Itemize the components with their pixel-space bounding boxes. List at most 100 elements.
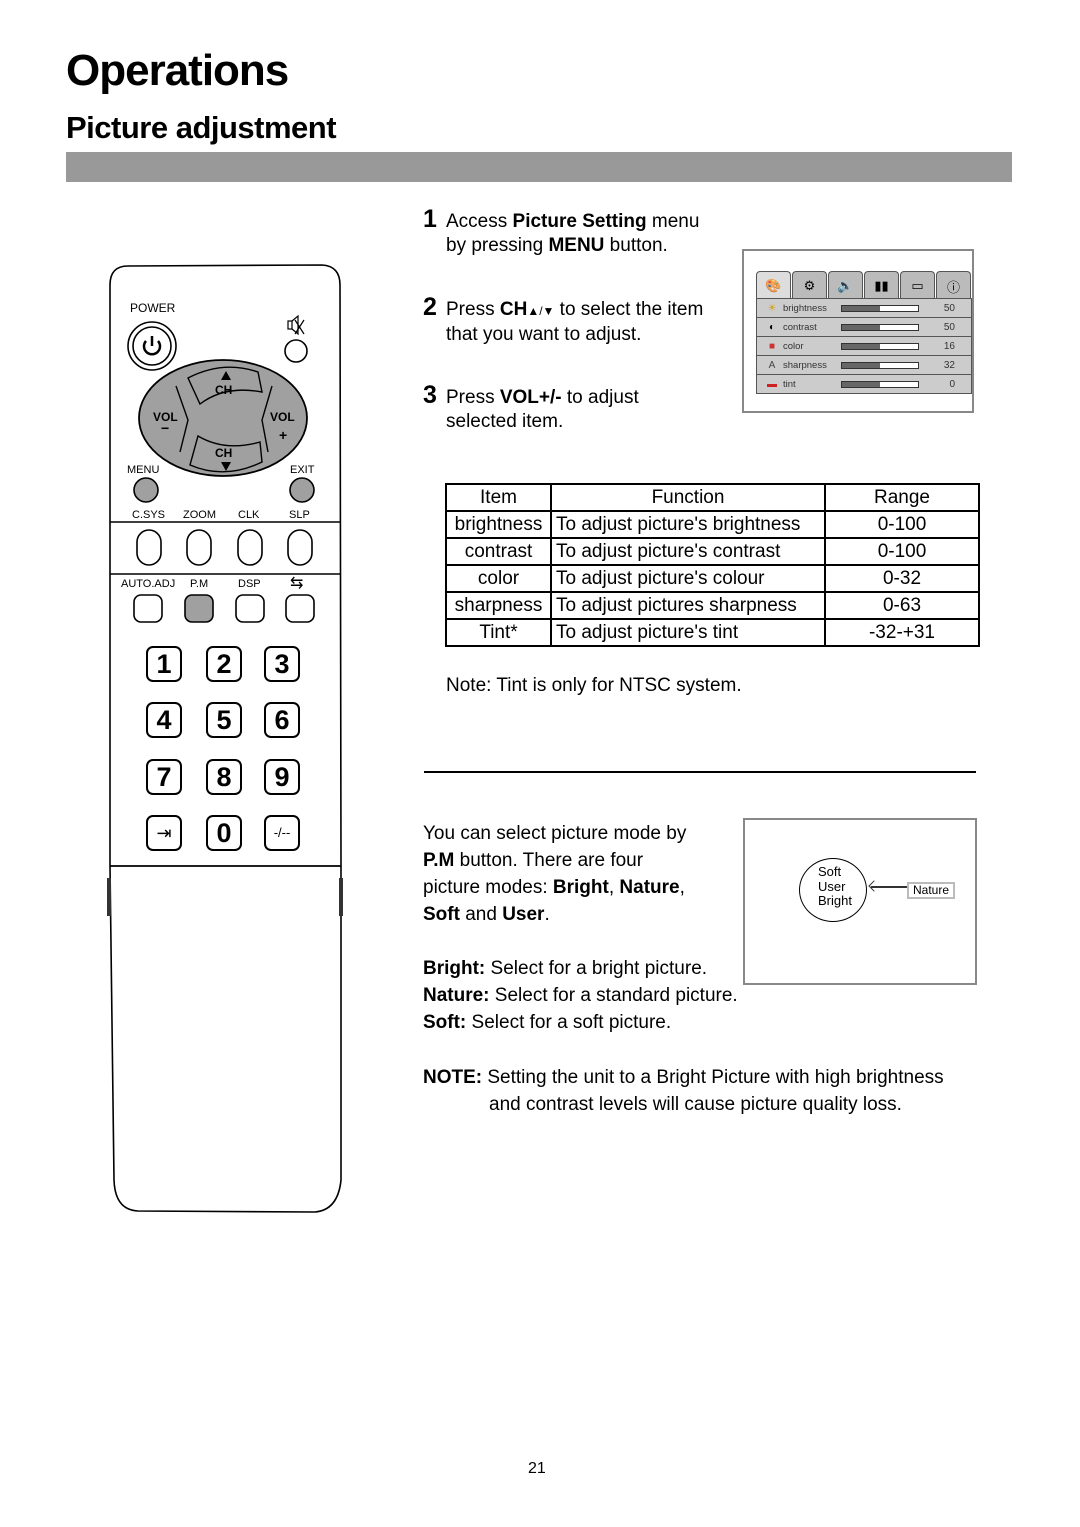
quality-note: NOTE: Setting the unit to a Bright Pictu… (423, 1067, 944, 1115)
osd-item-value: 50 (943, 321, 955, 333)
setup-icon[interactable]: ⚙ (792, 271, 827, 300)
picture-icon[interactable]: 🎨 (756, 271, 791, 300)
osd-slider[interactable] (841, 323, 919, 331)
function-table: Item Function Range brightness To adjust … (445, 483, 980, 647)
sharpness-icon: A (768, 359, 776, 371)
page-number: 21 (528, 1460, 546, 1477)
picture-mode-diagram: Soft User Bright Nature (743, 818, 977, 985)
color-icon: ■ (768, 340, 776, 352)
input-key-icon[interactable]: ⇥ (146, 815, 182, 851)
zoom-label: ZOOM (183, 509, 216, 521)
csys-button (136, 529, 162, 566)
auto-adj-label: AUTO.ADJ (121, 578, 176, 590)
osd-item-value: 0 (949, 378, 955, 390)
mode-desc-nature: Nature: Select for a standard picture. (423, 985, 738, 1006)
key-6[interactable]: 6 (264, 702, 300, 738)
key-8[interactable]: 8 (206, 759, 242, 795)
step-3: 3 Press VOL+/- to adjust selected item. (423, 381, 639, 433)
osd-tabs: 🎨 ⚙ 🔊 ▮▮ ▭ ⓘ (756, 271, 971, 300)
tint-icon: ▬ (767, 378, 777, 390)
osd-item-label: sharpness (783, 359, 827, 371)
osd-item-tint[interactable]: ▬ tint 0 (757, 375, 971, 393)
table-row: Tint* To adjust picture's tint -32-+31 (445, 618, 980, 647)
header-function: Function (550, 483, 826, 512)
header-item: Item (445, 483, 552, 512)
osd-slider[interactable] (841, 304, 919, 312)
info-icon[interactable]: ⓘ (936, 271, 971, 300)
table-row: brightness To adjust picture's brightness… (445, 510, 980, 539)
menu-label: MENU (127, 464, 160, 476)
osd-items: ☀ brightness 50 ◐ contrast 50 ■ color 16 Asharpne… (756, 298, 972, 394)
arrow-left-icon (871, 886, 907, 888)
dsp-label: DSP (238, 578, 261, 590)
osd-item-brightness[interactable]: ☀ brightness 50 (757, 299, 971, 318)
osd-slider[interactable] (841, 342, 919, 350)
remote-control (107, 264, 343, 1213)
osd-slider-fill (842, 343, 880, 349)
menu-button (133, 477, 159, 503)
clk-button (237, 529, 263, 566)
tint-note: Note: Tint is only for NTSC system. (446, 675, 742, 696)
channel-icon[interactable]: ▮▮ (864, 271, 899, 300)
picture-setting-osd: 🎨 ⚙ 🔊 ▮▮ ▭ ⓘ ☀ brightness 50 ◐ contrast 50 ■ color 16… (742, 249, 974, 413)
table-row: color To adjust picture's colour 0-32 (445, 564, 980, 593)
current-mode-badge: Nature (907, 882, 955, 899)
key-5[interactable]: 5 (206, 702, 242, 738)
key-1[interactable]: 1 (146, 646, 182, 682)
ch-up-label: CH (215, 383, 233, 397)
dsp-button (235, 594, 265, 623)
osd-item-color[interactable]: ■ color 16 (757, 337, 971, 356)
pm-button (184, 594, 214, 623)
power-label: POWER (130, 301, 176, 315)
table-row: sharpness To adjust pictures sharpness 0-6… (445, 591, 980, 620)
ch-down-label: CH (215, 446, 233, 460)
key-0[interactable]: 0 (206, 815, 242, 851)
auto-adj-button (133, 594, 163, 623)
mode-cycle-circle: Soft User Bright (799, 858, 867, 922)
pm-label: P.M (190, 578, 209, 590)
swap-button (285, 594, 315, 623)
osd-slider-fill (842, 362, 880, 368)
key-3[interactable]: 3 (264, 646, 300, 682)
digit-key[interactable]: -/-- (264, 815, 300, 851)
osd-slider[interactable] (841, 380, 919, 388)
mute-button (284, 339, 308, 363)
osd-item-contrast[interactable]: ◐ contrast 50 (757, 318, 971, 337)
ch-arrows-icon: ▲/▼ (527, 304, 555, 318)
step-2: 2 Press CH▲/▼ to select the item that you… (423, 293, 704, 346)
divider (424, 771, 976, 773)
csys-label: C.SYS (132, 509, 166, 521)
osd-item-value: 50 (943, 302, 955, 314)
slp-label: SLP (289, 509, 310, 521)
zoom-button (186, 529, 212, 566)
table-header-row: Item Function Range (445, 483, 980, 512)
key-4[interactable]: 4 (146, 702, 182, 738)
step-1: 1 Access Picture Setting menu by pressing… (423, 205, 700, 257)
osd-item-label: contrast (783, 321, 817, 333)
osd-item-value: 32 (943, 359, 955, 371)
osd-item-label: brightness (783, 302, 827, 314)
mode-desc-bright: Bright: Select for a bright picture. (423, 958, 708, 979)
osd-slider-fill (842, 305, 880, 311)
slp-button (287, 529, 313, 566)
header-range: Range (824, 483, 980, 512)
swap-icon: ⇆ (290, 575, 304, 592)
display-icon[interactable]: ▭ (900, 271, 935, 300)
key-7[interactable]: 7 (146, 759, 182, 795)
osd-slider[interactable] (841, 361, 919, 369)
picture-mode-descriptions: Bright: Select for a bright picture. Nat… (423, 955, 738, 1036)
contrast-icon: ◐ (768, 321, 776, 333)
exit-label: EXIT (290, 464, 315, 476)
exit-button (289, 477, 315, 503)
osd-slider-fill (842, 381, 880, 387)
osd-item-label: color (783, 340, 804, 352)
sound-icon[interactable]: 🔊 (828, 271, 863, 300)
clk-label: CLK (238, 509, 260, 521)
key-9[interactable]: 9 (264, 759, 300, 795)
table-row: contrast To adjust picture's contrast 0-10… (445, 537, 980, 566)
osd-item-sharpness[interactable]: Asharpness 32 (757, 356, 971, 375)
key-2[interactable]: 2 (206, 646, 242, 682)
picture-mode-intro: You can select picture mode by P.M butto… (423, 823, 687, 925)
vol-plus-sign: + (279, 427, 288, 443)
vol-plus-label: VOL (270, 410, 295, 424)
